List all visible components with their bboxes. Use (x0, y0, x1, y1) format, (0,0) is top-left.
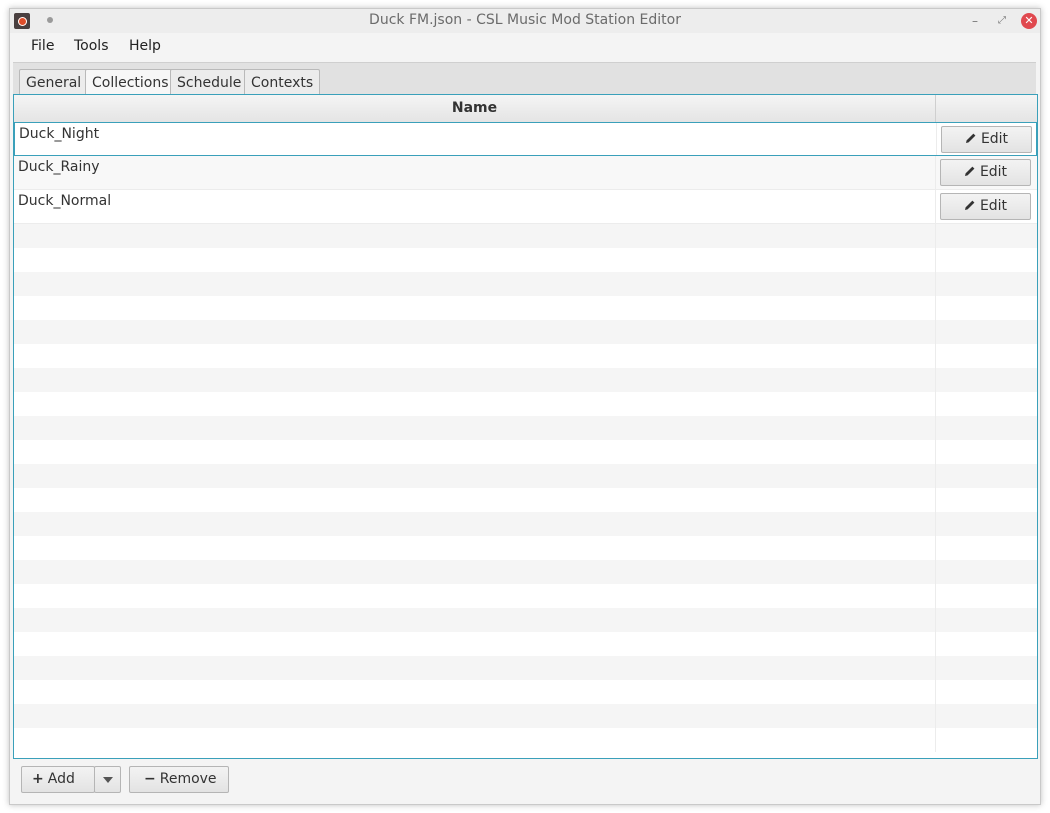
empty-row (14, 632, 1037, 656)
minus-icon: − (144, 771, 156, 787)
empty-row (14, 560, 1037, 584)
edit-button[interactable]: Edit (940, 159, 1031, 186)
column-divider (935, 320, 936, 344)
edit-button-label: Edit (979, 198, 1008, 214)
column-divider (935, 248, 936, 272)
empty-row (14, 224, 1037, 248)
empty-row (14, 392, 1037, 416)
table-header: Name (14, 95, 1037, 123)
column-divider (935, 272, 936, 296)
column-divider (935, 680, 936, 704)
column-divider (935, 416, 936, 440)
menu-tools[interactable]: Tools (74, 38, 109, 54)
collection-name: Duck_Night (19, 126, 100, 142)
empty-row (14, 728, 1037, 752)
edit-button-label: Edit (980, 131, 1009, 147)
column-divider (936, 123, 937, 155)
maximize-icon[interactable]: ⤢ (994, 13, 1010, 29)
table-body: Duck_Night Edit Duck_Rainy Edit Duck_Nor… (14, 122, 1037, 752)
empty-row (14, 584, 1037, 608)
edit-button-label: Edit (979, 164, 1008, 180)
plus-icon: + (32, 771, 44, 787)
column-divider (935, 440, 936, 464)
column-divider (935, 368, 936, 392)
empty-row (14, 512, 1037, 536)
edit-button[interactable]: Edit (940, 193, 1031, 220)
column-divider (935, 608, 936, 632)
tab-schedule[interactable]: Schedule (170, 69, 249, 95)
empty-row (14, 416, 1037, 440)
empty-row (14, 488, 1037, 512)
add-button[interactable]: + Add (21, 766, 95, 793)
empty-row (14, 704, 1037, 728)
empty-row (14, 440, 1037, 464)
column-divider (935, 296, 936, 320)
empty-row (14, 656, 1037, 680)
column-divider (935, 95, 936, 122)
edit-button[interactable]: Edit (941, 126, 1032, 153)
column-divider (935, 392, 936, 416)
column-divider (935, 560, 936, 584)
empty-row (14, 680, 1037, 704)
column-divider (935, 156, 936, 189)
menu-file[interactable]: File (31, 38, 54, 54)
column-divider (935, 704, 936, 728)
add-button-label: Add (47, 771, 75, 787)
column-divider (935, 464, 936, 488)
empty-row (14, 608, 1037, 632)
empty-row (14, 296, 1037, 320)
minimize-icon[interactable]: – (967, 13, 983, 29)
tab-contexts[interactable]: Contexts (244, 69, 321, 95)
collections-table: Name Duck_Night Edit Duck_Rainy Edit Duc… (13, 94, 1038, 759)
collection-name: Duck_Rainy (18, 159, 100, 175)
bottom-toolbar: + Add − Remove (10, 761, 1040, 804)
tab-general[interactable]: General (19, 69, 89, 95)
menu-help[interactable]: Help (129, 38, 161, 54)
column-divider (935, 224, 936, 248)
empty-row (14, 464, 1037, 488)
collection-name: Duck_Normal (18, 193, 112, 209)
remove-button[interactable]: − Remove (129, 766, 229, 793)
tab-bar: General Collections Schedule Contexts (13, 62, 1036, 96)
menu-bar: File Tools Help (10, 36, 1040, 60)
pencil-icon (964, 166, 975, 176)
table-row[interactable]: Duck_Normal Edit (14, 190, 1037, 224)
caret-down-icon (102, 777, 113, 783)
add-dropdown-button[interactable] (94, 766, 121, 793)
empty-row (14, 272, 1037, 296)
empty-row (14, 248, 1037, 272)
app-window: Duck FM.json - CSL Music Mod Station Edi… (9, 8, 1041, 805)
column-divider (935, 488, 936, 512)
column-divider (935, 512, 936, 536)
close-icon[interactable]: ✕ (1021, 13, 1037, 29)
empty-row (14, 320, 1037, 344)
pencil-icon (965, 133, 976, 143)
pencil-icon (964, 200, 975, 210)
table-row[interactable]: Duck_Rainy Edit (14, 156, 1037, 190)
window-title: Duck FM.json - CSL Music Mod Station Edi… (369, 12, 681, 28)
empty-row (14, 344, 1037, 368)
column-divider (935, 584, 936, 608)
empty-row (14, 368, 1037, 392)
column-header-name[interactable]: Name (14, 100, 935, 116)
column-divider (935, 190, 936, 223)
empty-row (14, 536, 1037, 560)
column-divider (935, 728, 936, 752)
table-row[interactable]: Duck_Night Edit (14, 122, 1037, 156)
remove-button-label: Remove (159, 771, 217, 787)
tab-collections[interactable]: Collections (85, 69, 176, 96)
title-bar: Duck FM.json - CSL Music Mod Station Edi… (10, 9, 1040, 33)
column-divider (935, 536, 936, 560)
column-divider (935, 344, 936, 368)
column-divider (935, 656, 936, 680)
column-divider (935, 632, 936, 656)
